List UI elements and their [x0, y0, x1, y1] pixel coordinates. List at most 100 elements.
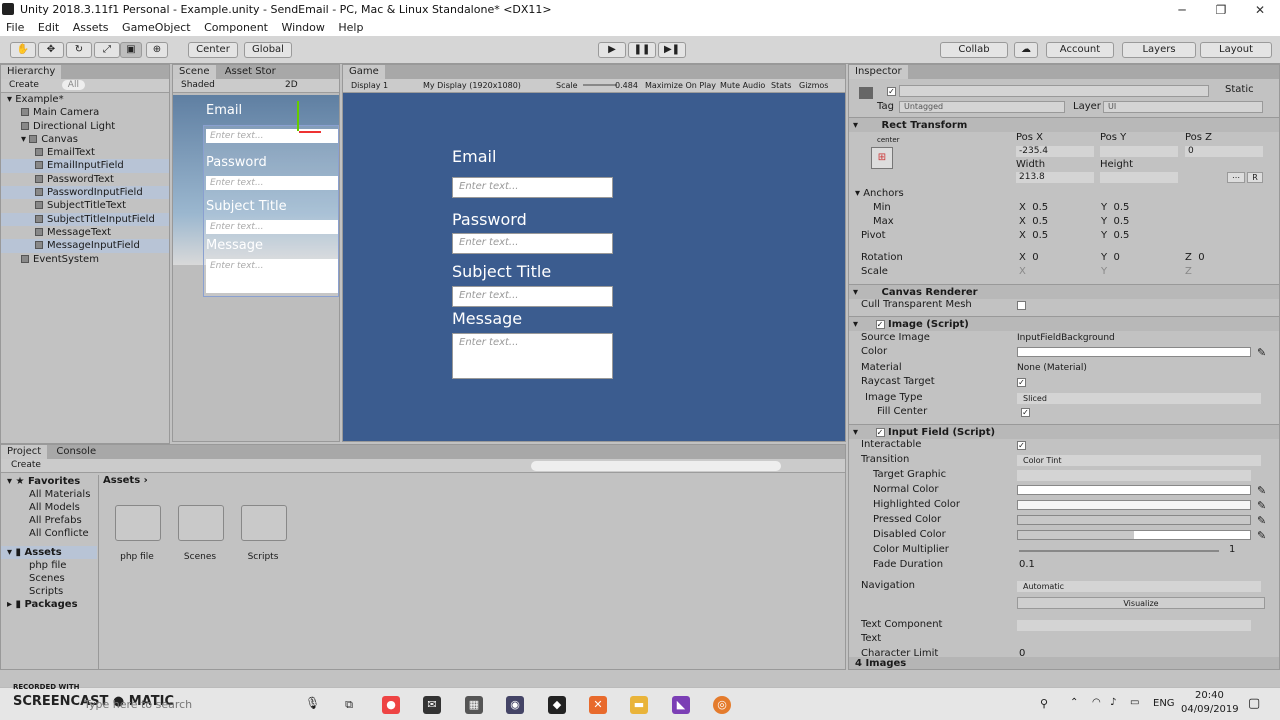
hierarchy-item[interactable]: EmailText: [1, 146, 169, 159]
project-breadcrumb[interactable]: Assets ›: [103, 475, 148, 486]
active-checkbox[interactable]: ✓: [887, 87, 896, 96]
hand-tool-icon[interactable]: ✋: [10, 42, 36, 58]
hierarchy-item[interactable]: SubjectTitleText: [1, 199, 169, 212]
menu-edit[interactable]: Edit: [38, 20, 59, 35]
maximize-on-play-toggle[interactable]: Maximize On Play: [645, 79, 716, 92]
input-field-header[interactable]: ▾ ✓ Input Field (Script): [849, 424, 1279, 439]
color-multiplier-slider[interactable]: [1019, 550, 1219, 552]
wifi-icon[interactable]: ◠: [1092, 697, 1101, 708]
hierarchy-item[interactable]: Main Camera: [1, 106, 169, 119]
hierarchy-search-input[interactable]: All: [61, 80, 85, 90]
tab-hierarchy[interactable]: Hierarchy: [1, 65, 62, 79]
target-graphic-field[interactable]: [1017, 470, 1251, 481]
expand-arrow-icon[interactable]: ▾: [7, 94, 15, 105]
canvas-renderer-header[interactable]: ▾ Canvas Renderer: [849, 284, 1279, 299]
hierarchy-item[interactable]: MessageText: [1, 226, 169, 239]
hierarchy-item[interactable]: PasswordInputField: [1, 186, 169, 200]
color-multiplier-value[interactable]: 1: [1229, 543, 1235, 557]
input-field-enabled-checkbox[interactable]: ✓: [875, 428, 885, 437]
transform-tool-icon[interactable]: ⊕: [146, 42, 168, 58]
shading-mode-dropdown[interactable]: Shaded: [181, 80, 215, 90]
fav-all-conflicted[interactable]: All Conflicte: [1, 527, 97, 540]
folder-php-file-icon[interactable]: [115, 505, 161, 541]
task-view-icon[interactable]: ⧉: [340, 696, 358, 714]
menu-assets[interactable]: Assets: [73, 20, 109, 35]
tree-scripts[interactable]: Scripts: [1, 585, 97, 598]
pos-z-field[interactable]: 0: [1185, 146, 1263, 157]
rect-transform-header[interactable]: ▾ Rect Transform: [849, 117, 1279, 132]
pos-y-field[interactable]: [1100, 146, 1178, 157]
game-input-password[interactable]: Enter text...: [452, 233, 613, 254]
app-icon[interactable]: ◉: [506, 696, 524, 714]
stats-toggle[interactable]: Stats: [771, 79, 791, 92]
visual-studio-icon[interactable]: ◣: [672, 696, 690, 714]
name-field[interactable]: [899, 85, 1209, 97]
account-dropdown[interactable]: Account: [1046, 42, 1114, 58]
scene-input-password[interactable]: Enter text...: [206, 176, 338, 190]
hierarchy-item[interactable]: EmailInputField: [1, 159, 169, 173]
material-field[interactable]: None (Material): [1017, 361, 1087, 375]
pause-button[interactable]: ❚❚: [628, 42, 656, 58]
volume-icon[interactable]: ♪: [1110, 697, 1116, 708]
game-input-email[interactable]: Enter text...: [452, 177, 613, 198]
hierarchy-item[interactable]: MessageInputField: [1, 239, 169, 253]
tab-console[interactable]: Console: [50, 445, 102, 459]
tab-game[interactable]: Game: [343, 65, 385, 79]
mute-audio-toggle[interactable]: Mute Audio: [720, 79, 765, 92]
navigation-dropdown[interactable]: Automatic: [1017, 581, 1261, 592]
fav-all-materials[interactable]: All Materials: [1, 488, 97, 501]
scene-input-subject[interactable]: Enter text...: [206, 220, 338, 234]
tab-project[interactable]: Project: [1, 445, 48, 459]
favorites-header[interactable]: ▾ ★ Favorites: [1, 475, 97, 488]
image-enabled-checkbox[interactable]: ✓: [875, 320, 885, 329]
fav-all-prefabs[interactable]: All Prefabs: [1, 514, 97, 527]
move-tool-icon[interactable]: ✥: [38, 42, 64, 58]
gizmo-x-axis-icon[interactable]: [299, 131, 321, 133]
menu-component[interactable]: Component: [204, 20, 268, 35]
taskbar-search-input[interactable]: Type here to search: [84, 698, 192, 711]
eyedropper-icon[interactable]: ✎: [1257, 514, 1266, 528]
play-button[interactable]: ▶: [598, 42, 626, 58]
project-search-input[interactable]: [531, 461, 781, 471]
hierarchy-item[interactable]: PasswordText: [1, 173, 169, 186]
close-button[interactable]: ✕: [1240, 0, 1280, 20]
image-header[interactable]: ▾ ✓ Image (Script): [849, 316, 1279, 331]
interactable-checkbox[interactable]: ✓: [1017, 441, 1026, 450]
anchor-max-x[interactable]: 0.5: [1032, 216, 1048, 227]
clock-date[interactable]: 04/09/2019: [1181, 704, 1239, 715]
microphone-icon[interactable]: 🎙: [305, 696, 320, 710]
minimize-button[interactable]: ─: [1162, 0, 1202, 20]
packages-tree-item[interactable]: ▸ ▮ Packages: [1, 598, 97, 611]
pos-x-field[interactable]: -235.4: [1016, 146, 1094, 157]
raycast-checkbox[interactable]: ✓: [1017, 378, 1026, 387]
maximize-button[interactable]: ❐: [1201, 0, 1241, 20]
anchor-max-y[interactable]: 0.5: [1113, 216, 1129, 227]
tab-asset-store[interactable]: Asset Stor: [219, 65, 282, 79]
source-image-field[interactable]: InputFieldBackground: [1017, 331, 1115, 345]
layer-dropdown[interactable]: UI: [1103, 101, 1263, 113]
expand-arrow-icon[interactable]: ▾: [21, 134, 29, 145]
image-type-dropdown[interactable]: Sliced: [1017, 393, 1261, 404]
static-toggle[interactable]: Static: [1225, 84, 1254, 95]
menu-file[interactable]: File: [6, 20, 24, 35]
blueprint-button[interactable]: ⋯: [1227, 172, 1245, 183]
mail-icon[interactable]: ✉: [423, 696, 441, 714]
rotate-tool-icon[interactable]: ↻: [66, 42, 92, 58]
gizmos-dropdown[interactable]: Gizmos: [799, 79, 828, 92]
game-input-message[interactable]: Enter text...: [452, 333, 613, 379]
fade-duration-field[interactable]: 0.1: [1019, 558, 1035, 572]
rotation-x[interactable]: 0: [1032, 252, 1038, 263]
rotation-z[interactable]: 0: [1198, 252, 1204, 263]
folder-scenes-icon[interactable]: [178, 505, 224, 541]
hierarchy-item[interactable]: EventSystem: [1, 253, 169, 266]
tag-dropdown[interactable]: Untagged: [899, 101, 1065, 113]
eyedropper-icon[interactable]: ✎: [1257, 529, 1266, 543]
tree-php-file[interactable]: php file: [1, 559, 97, 572]
assets-tree-item[interactable]: ▾ ▮ Assets: [1, 546, 97, 559]
people-icon[interactable]: ⚲: [1040, 697, 1048, 710]
hierarchy-create-button[interactable]: Create: [9, 80, 39, 90]
normal-color-swatch[interactable]: [1017, 485, 1251, 495]
fav-all-models[interactable]: All Models: [1, 501, 97, 514]
menu-help[interactable]: Help: [338, 20, 363, 35]
global-local-button[interactable]: Global: [244, 42, 292, 58]
